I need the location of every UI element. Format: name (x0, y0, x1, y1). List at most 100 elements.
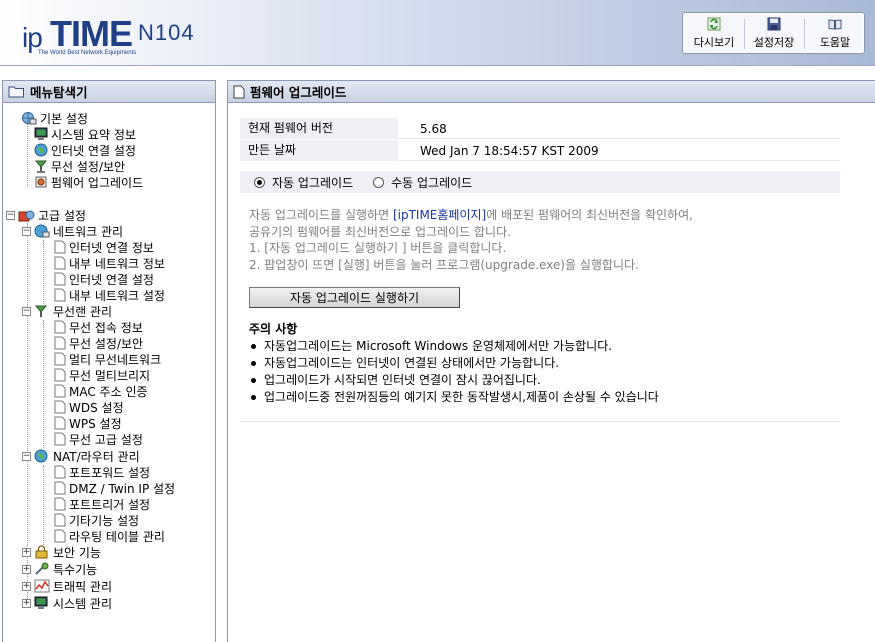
model-name: N104 (138, 20, 195, 45)
special-tools-icon (35, 562, 49, 575)
tree-item-port-forward[interactable]: 포트포워드 설정 (54, 464, 150, 480)
run-auto-upgrade-button[interactable]: 자동 업그레이드 실행하기 (249, 287, 460, 308)
tree-item-wireless-security[interactable]: 무선 설정/보안 (34, 158, 125, 174)
tree-item-label: 인터넷 연결 설정 (51, 143, 136, 158)
tree-item-label: WPS 설정 (69, 416, 122, 431)
expand-icon[interactable]: + (22, 547, 31, 557)
collapse-icon[interactable]: − (22, 306, 31, 316)
page-icon (54, 256, 66, 270)
caution-title: 주의 사항 (249, 322, 298, 336)
security-lock-icon (35, 545, 48, 559)
tree-item-dmz-twinip[interactable]: DMZ / Twin IP 설정 (54, 480, 175, 496)
upgrade-mode-selector: 자동 업그레이드 수동 업그레이드 (240, 171, 840, 193)
tree-item-firmware-upgrade[interactable]: 펌웨어 업그레이드 (34, 174, 143, 190)
caution-notes: 주의 사항 자동업그레이드는 Microsoft Windows 운영체제에서만… (249, 321, 849, 406)
collapse-icon[interactable]: − (22, 451, 31, 461)
page-icon (54, 240, 66, 254)
tree-nat-router-management[interactable]: − NAT/라우터 관리 (22, 448, 140, 464)
tree-connector (43, 465, 44, 545)
tree-network-management[interactable]: − 네트워크 관리 (22, 223, 123, 239)
floppy-disk-icon (767, 17, 781, 31)
help-button[interactable]: 도움말 (810, 17, 860, 51)
content-header: 펌웨어 업그레이드 (228, 81, 875, 103)
page-icon (54, 432, 66, 446)
tree-item-internet-setup[interactable]: 인터넷 연결 설정 (34, 142, 136, 158)
traffic-graph-icon (34, 579, 50, 593)
tree-item-multi-bridge[interactable]: 무선 멀티브리지 (54, 367, 150, 383)
tree-item-wds[interactable]: WDS 설정 (54, 399, 124, 415)
expand-icon[interactable]: + (22, 598, 31, 608)
tree-group-label: 시스템 관리 (53, 596, 113, 611)
tree-item-misc-settings[interactable]: 기타기능 설정 (54, 512, 139, 528)
tree-item-internet-info[interactable]: 인터넷 연결 정보 (54, 239, 154, 255)
book-icon (828, 19, 842, 30)
desc-text: 에 배포된 펌웨어의 최신버전을 확인하여, (486, 208, 693, 222)
auto-upgrade-label: 자동 업그레이드 (272, 175, 354, 190)
desc-line-3: 1. [자동 업그레이드 실행하기 ] 버튼을 클릭합니다. (249, 241, 507, 255)
tree-item-label: 인터넷 연결 정보 (69, 240, 154, 255)
tree-system-management[interactable]: + 시스템 관리 (22, 595, 112, 611)
page-icon (54, 368, 66, 382)
tree-item-mac-auth[interactable]: MAC 주소 인증 (54, 383, 148, 399)
tree-item-label: 무선 멀티브리지 (69, 368, 151, 383)
content-panel: 펌웨어 업그레이드 현재 펌웨어 버전 5.68 만든 날짜 Wed Jan 7… (227, 80, 875, 642)
globe-icon (34, 143, 48, 157)
tree-item-label: WDS 설정 (69, 400, 124, 415)
expand-icon[interactable]: + (22, 564, 31, 574)
tree-connector (43, 320, 44, 448)
tree-item-label: 라우팅 테이블 관리 (69, 529, 165, 544)
menu-explorer-panel: 메뉴탐색기 기본 설정 시스템 요약 정보 인터넷 연결 설정 무선 설정/보안… (2, 80, 216, 642)
collapse-icon[interactable]: − (6, 210, 15, 220)
tree-security-functions[interactable]: + 보안 기능 (22, 544, 101, 560)
radio-unselected-icon[interactable] (373, 176, 385, 188)
page-icon (54, 465, 66, 479)
toolbar-divider (804, 19, 805, 49)
tree-item-lan-config[interactable]: 내부 네트워크 설정 (54, 287, 165, 303)
folder-icon (8, 86, 24, 98)
help-label: 도움말 (819, 36, 851, 49)
desc-line-2: 공유기의 펌웨어를 최신버전으로 업그레이드 합니다. (249, 224, 511, 239)
tree-special-functions[interactable]: + 특수기능 (22, 561, 97, 577)
tree-item-internet-config[interactable]: 인터넷 연결 설정 (54, 271, 154, 287)
menu-explorer-header: 메뉴탐색기 (3, 81, 215, 103)
tree-item-lan-info[interactable]: 내부 네트워크 정보 (54, 255, 165, 271)
tree-item-routing-table[interactable]: 라우팅 테이블 관리 (54, 528, 165, 544)
tree-connector (27, 123, 28, 187)
tree-basic-settings[interactable]: 기본 설정 (20, 110, 88, 126)
build-date-value: Wed Jan 7 18:54:57 KST 2009 (398, 140, 840, 161)
manual-upgrade-label: 수동 업그레이드 (391, 175, 473, 190)
build-date-label: 만든 날짜 (240, 140, 398, 161)
refresh-icon (707, 17, 721, 31)
tree-item-wireless-security-adv[interactable]: 무선 설정/보안 (54, 335, 143, 351)
page-icon (54, 320, 66, 334)
collapse-icon[interactable]: − (22, 226, 31, 236)
tree-advanced-settings[interactable]: − 고급 설정 (6, 207, 86, 223)
tree-group-label: NAT/라우터 관리 (53, 449, 140, 464)
tree-item-label: 펌웨어 업그레이드 (51, 175, 144, 190)
tree-item-port-trigger[interactable]: 포트트리거 설정 (54, 496, 150, 512)
tree-item-label: 멀티 무선네트워크 (69, 352, 162, 367)
auto-upgrade-radio[interactable]: 자동 업그레이드 (254, 174, 353, 191)
reload-button[interactable]: 다시보기 (689, 17, 739, 51)
tree-item-wireless-info[interactable]: 무선 접속 정보 (54, 319, 143, 335)
tree-wireless-management[interactable]: − 무선랜 관리 (22, 303, 112, 319)
header-bar: ip TIME The World Best Network Equipment… (0, 0, 875, 66)
tree-item-wps[interactable]: WPS 설정 (54, 415, 122, 431)
caution-list: 자동업그레이드는 Microsoft Windows 운영체제에서만 가능합니다… (249, 338, 849, 406)
tree-item-label: 포트트리거 설정 (69, 497, 151, 512)
iptime-homepage-link[interactable]: [ipTIME홈페이지] (393, 208, 486, 222)
tree-item-multi-ssid[interactable]: 멀티 무선네트워크 (54, 351, 161, 367)
page-icon (54, 416, 66, 430)
expand-icon[interactable]: + (22, 581, 31, 591)
tree-item-label: 포트포워드 설정 (69, 465, 151, 480)
radio-selected-icon[interactable] (254, 176, 265, 188)
tree-item-label: 시스템 요약 정보 (51, 127, 136, 142)
logo-tagline: The World Best Network Equipments (38, 50, 137, 56)
tree-item-wireless-advanced[interactable]: 무선 고급 설정 (54, 431, 143, 447)
tree-basic-label: 기본 설정 (40, 111, 88, 126)
manual-upgrade-radio[interactable]: 수동 업그레이드 (373, 174, 472, 191)
tree-traffic-management[interactable]: + 트래픽 관리 (22, 578, 112, 594)
firmware-version-label: 현재 펌웨어 버전 (240, 118, 398, 139)
tree-item-system-summary[interactable]: 시스템 요약 정보 (34, 126, 136, 142)
save-button[interactable]: 설정저장 (749, 17, 799, 51)
